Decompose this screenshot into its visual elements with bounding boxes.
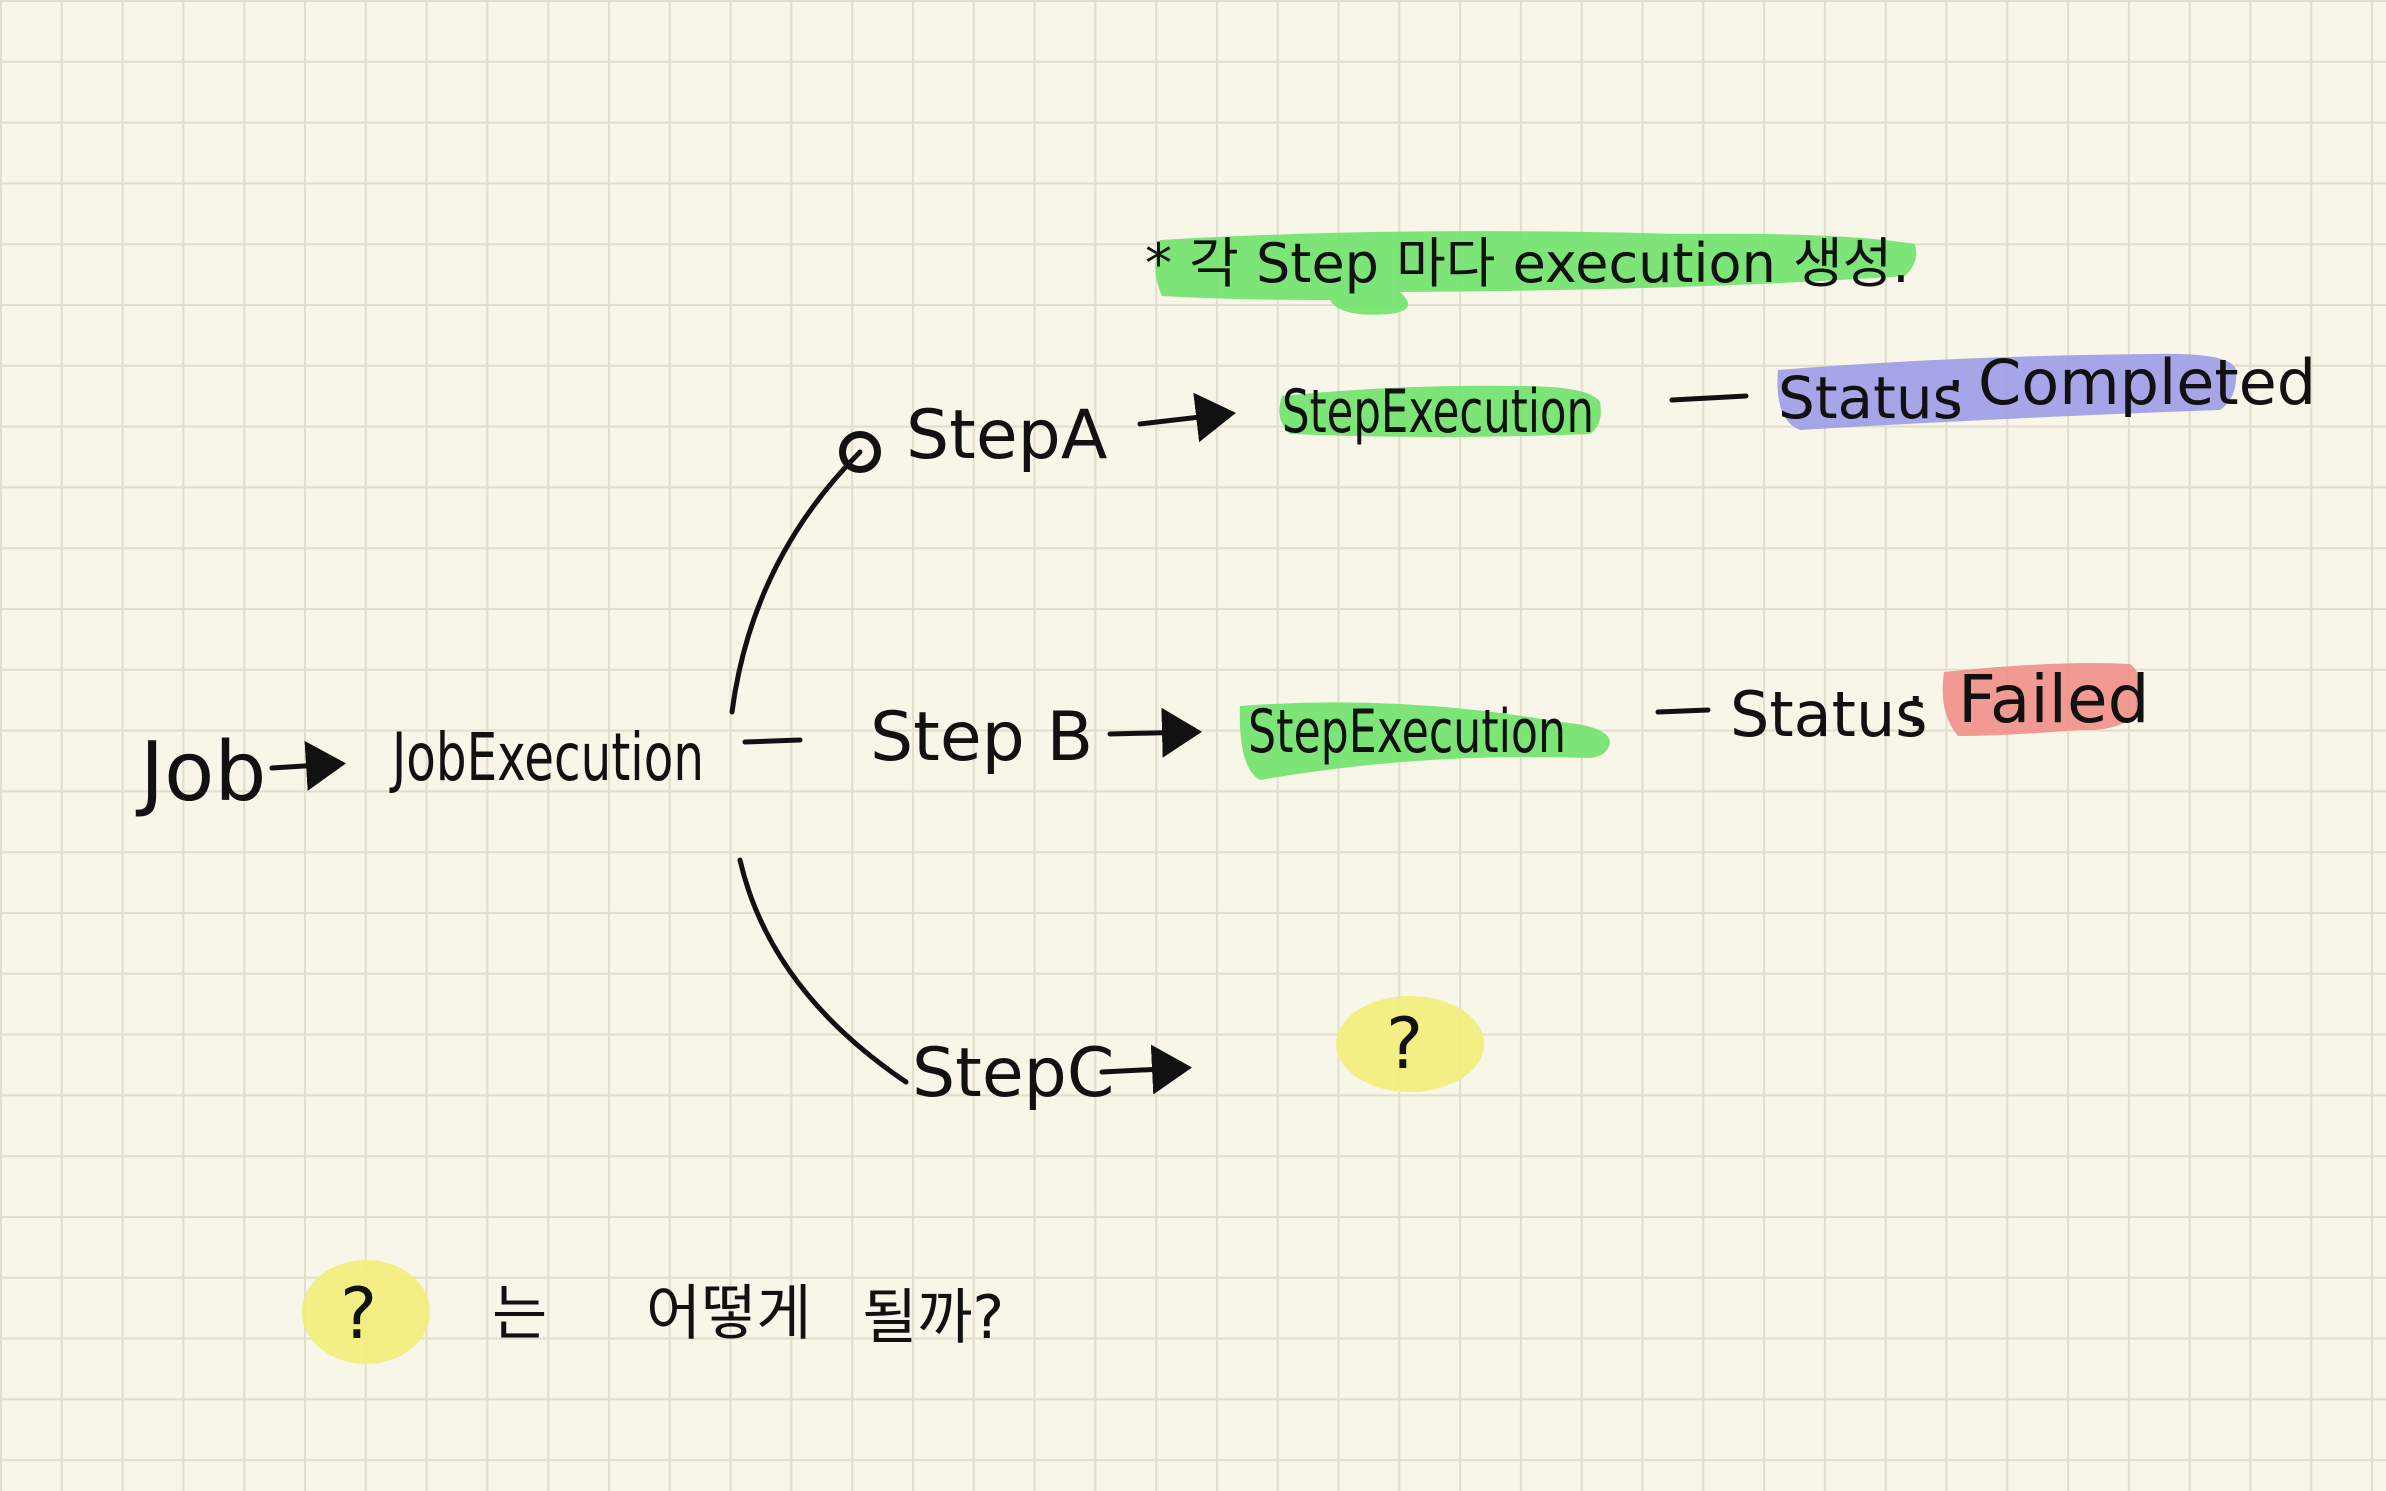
top-note: * 각 Step 마다 execution 생성. <box>1145 232 1910 295</box>
status-b-label: Status <box>1730 678 1928 751</box>
dash-stepexecution-a-to-status <box>1669 393 1749 403</box>
status-a-separator: : <box>1946 356 1966 424</box>
job-label: Job <box>135 725 266 820</box>
status-a-value: Completed <box>1978 346 2316 419</box>
step-a-label: StepA <box>906 396 1107 475</box>
arrow-stepa-to-stepexecution <box>1137 392 1236 443</box>
curve-jobexecution-to-stepa <box>729 431 881 715</box>
bottom-text-eotteoke: 어떻게 <box>646 1279 812 1349</box>
arrow-stepb-to-stepexecution <box>1107 707 1202 758</box>
step-execution-b-label: StepExecution <box>1248 697 1566 767</box>
step-b-label: Step B <box>870 698 1093 777</box>
step-execution-a-label: StepExecution <box>1282 377 1594 447</box>
bottom-question-mark: ? <box>340 1273 377 1355</box>
status-b-value: Failed <box>1958 661 2150 738</box>
labels: * 각 Step 마다 execution 생성. Job JobExecuti… <box>135 232 2316 1355</box>
bottom-text-doelkka: 될까? <box>862 1283 1004 1353</box>
dash-jobexecution-to-stepb <box>742 737 803 745</box>
unknown-mark: ? <box>1386 1003 1423 1085</box>
bottom-text-neun: 는 <box>492 1279 547 1349</box>
status-b-separator: : <box>1906 672 1926 740</box>
status-a-label: Status <box>1778 364 1963 432</box>
job-step-execution-diagram: * 각 Step 마다 execution 생성. Job JobExecuti… <box>135 231 2316 1364</box>
step-c-label: StepC <box>912 1034 1114 1113</box>
curve-jobexecution-to-stepc <box>737 857 909 1085</box>
arrow-job-to-jobexecution <box>269 740 346 791</box>
dash-stepexecution-b-to-status <box>1655 707 1711 715</box>
grid-paper-canvas: * 각 Step 마다 execution 생성. Job JobExecuti… <box>0 0 2386 1491</box>
job-execution-label: JobExecution <box>389 719 704 796</box>
